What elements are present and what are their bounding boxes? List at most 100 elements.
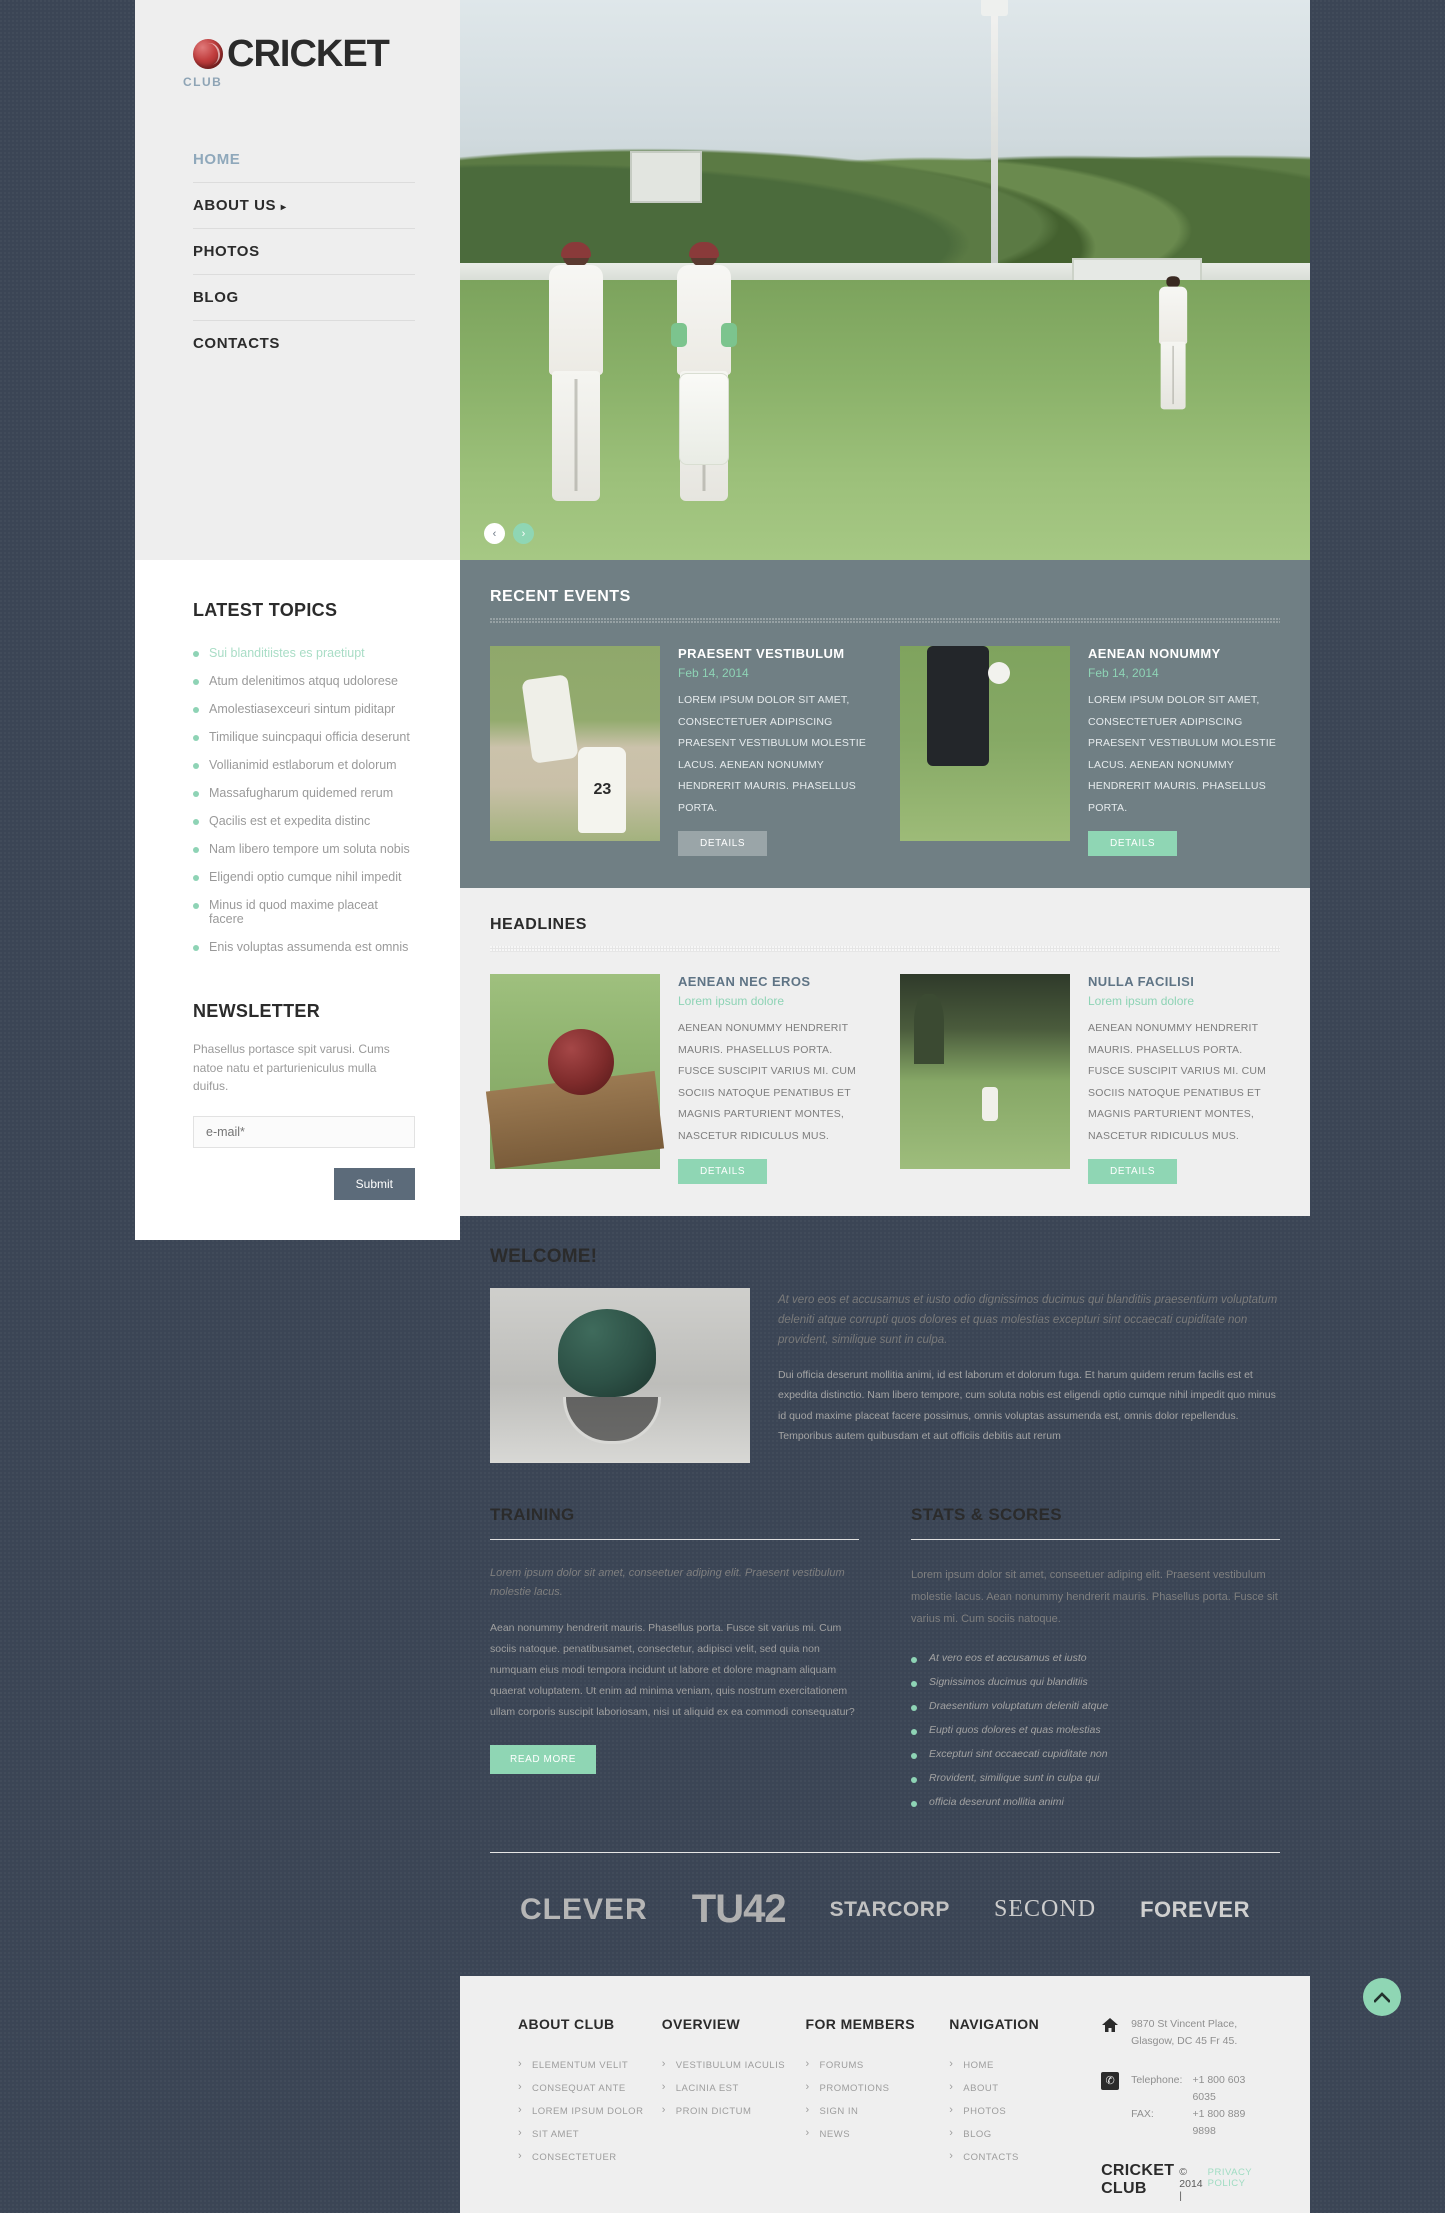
- cricket-ball-icon: [193, 39, 223, 69]
- site-logo[interactable]: CRICKET: [135, 0, 460, 73]
- footer-column-navigation: NAVIGATION HOME ABOUT PHOTOS BLOG CONTAC…: [949, 2016, 1101, 2213]
- welcome-lead: At vero eos et accusamus et iusto odio d…: [778, 1294, 1278, 1347]
- nav-item-photos[interactable]: PHOTOS: [193, 229, 415, 275]
- footer-link[interactable]: ELEMENTUM VELIT: [518, 2054, 662, 2077]
- slider-controls: ‹ ›: [484, 523, 534, 544]
- list-item[interactable]: Enis voluptas assumenda est omnis: [193, 933, 415, 961]
- training-lead: Lorem ipsum dolor sit amet, conseetuer a…: [490, 1567, 845, 1598]
- privacy-policy-link[interactable]: PRIVACY POLICY: [1208, 2167, 1252, 2189]
- read-more-button[interactable]: READ MORE: [490, 1744, 596, 1774]
- player-figure: [545, 241, 607, 510]
- submit-button[interactable]: Submit: [333, 1167, 415, 1200]
- nav-label: CONTACTS: [193, 335, 281, 352]
- partner-logo-forever[interactable]: FOREVER: [1140, 1897, 1250, 1923]
- page-root: CRICKET CLUB HOME ABOUT US ▸ PHOTOS BLOG…: [0, 0, 1445, 2213]
- stats-list: At vero eos et accusamus et iusto Signis…: [911, 1646, 1280, 1814]
- footer-link[interactable]: BLOG: [949, 2123, 1101, 2146]
- list-item[interactable]: Sui blanditiistes es praetiupt: [193, 639, 415, 667]
- footer-column-for-members: FOR MEMBERS FORUMS PROMOTIONS SIGN IN NE…: [806, 2016, 950, 2213]
- hero-slider[interactable]: ‹ ›: [460, 0, 1310, 560]
- partner-logo-clever[interactable]: CLEVER: [520, 1893, 648, 1927]
- list-item[interactable]: Atum delenitimos atquq udolorese: [193, 667, 415, 695]
- footer-title: ABOUT CLUB: [518, 2016, 615, 2033]
- phone-icon: ✆: [1101, 2071, 1120, 2090]
- nav-item-blog[interactable]: BLOG: [193, 275, 415, 321]
- stats-lead: Lorem ipsum dolor sit amet, conseetuer a…: [911, 1569, 1278, 1626]
- fax-label: FAX:: [1131, 2108, 1154, 2121]
- sight-screen: [630, 151, 702, 204]
- event-card: AENEAN NONUMMY Feb 14, 2014 LOREM IPSUM …: [900, 646, 1280, 857]
- player-figure: [1157, 276, 1189, 415]
- sidebar-header: CRICKET CLUB HOME ABOUT US ▸ PHOTOS BLOG…: [135, 0, 460, 560]
- scroll-to-top-button[interactable]: [1363, 1978, 1401, 2016]
- nav-item-about-us[interactable]: ABOUT US ▸: [193, 183, 415, 229]
- footer-link[interactable]: FORUMS: [806, 2054, 950, 2077]
- headlines-section: HEADLINES AENEAN NEC EROS Lorem ipsum do…: [460, 888, 1310, 1217]
- main-content: RECENT EVENTS PRAESENT VESTIBULUM Feb 14…: [460, 560, 1310, 2213]
- footer-link[interactable]: NEWS: [806, 2123, 950, 2146]
- slider-next-button[interactable]: ›: [513, 523, 534, 544]
- details-button[interactable]: DETAILS: [1088, 1159, 1178, 1185]
- list-item[interactable]: Amolestiasexceuri sintum piditapr: [193, 695, 415, 723]
- section-title: HEADLINES: [490, 916, 587, 934]
- details-button[interactable]: DETAILS: [1088, 831, 1178, 857]
- footer-link[interactable]: PHOTOS: [949, 2100, 1101, 2123]
- chevron-right-icon: ▸: [280, 202, 287, 213]
- welcome-section: WELCOME! At vero eos et accusamus et ius…: [460, 1216, 1310, 1464]
- recent-events-section: RECENT EVENTS PRAESENT VESTIBULUM Feb 14…: [460, 560, 1310, 889]
- footer-link[interactable]: ABOUT: [949, 2077, 1101, 2100]
- stats-title: STATS & SCORES: [911, 1505, 1062, 1525]
- list-item: Signissimos ducimus qui blanditiis: [911, 1670, 1280, 1694]
- list-item: At vero eos et accusamus et iusto: [911, 1646, 1280, 1670]
- footer-link[interactable]: PROMOTIONS: [806, 2077, 950, 2100]
- event-image: [490, 646, 660, 841]
- training-title: TRAINING: [490, 1505, 575, 1525]
- list-item[interactable]: Minus id quod maxime placeat facere: [193, 891, 415, 933]
- footer-link[interactable]: LACINIA EST: [662, 2077, 806, 2100]
- nav-item-contacts[interactable]: CONTACTS: [193, 321, 415, 366]
- footer-title: NAVIGATION: [949, 2016, 1040, 2033]
- list-item: Draesentium voluptatum deleniti atque: [911, 1694, 1280, 1718]
- nav-label: HOME: [193, 151, 241, 168]
- chevron-up-icon: [1374, 1991, 1390, 2003]
- list-item[interactable]: Vollianimid estlaborum et dolorum: [193, 751, 415, 779]
- divider: [911, 1539, 1280, 1541]
- training-stats-section: TRAINING Lorem ipsum dolor sit amet, con…: [460, 1463, 1310, 1814]
- event-image: [900, 646, 1070, 841]
- newsletter-description: Phasellus portasce spit varusi. Cums nat…: [193, 1042, 390, 1094]
- details-button[interactable]: DETAILS: [678, 1159, 768, 1185]
- footer-link[interactable]: SIGN IN: [806, 2100, 950, 2123]
- footer-link[interactable]: CONSEQUAT ANTE: [518, 2077, 662, 2100]
- footer-link[interactable]: CONSECTETUER: [518, 2146, 662, 2169]
- footer-link[interactable]: CONTACTS: [949, 2146, 1101, 2169]
- address-block: 9870 St Vincent Place, Glasgow, DC 45 Fr…: [1101, 2016, 1252, 2050]
- phone-block: ✆ Telephone: +1 800 603 6035 FAX: +1 800…: [1101, 2071, 1252, 2140]
- event-date: Feb 14, 2014: [678, 666, 749, 680]
- address-line-1: 9870 St Vincent Place,: [1131, 2018, 1238, 2031]
- partner-logo-tu42[interactable]: TU42: [692, 1887, 787, 1932]
- list-item[interactable]: Eligendi optio cumque nihil impedit: [193, 863, 415, 891]
- footer-link[interactable]: PROIN DICTUM: [662, 2100, 806, 2123]
- partner-logo-second[interactable]: SECOND: [994, 1896, 1096, 1923]
- email-field[interactable]: [193, 1115, 415, 1148]
- slider-prev-button[interactable]: ‹: [484, 523, 505, 544]
- partner-logo-starcorp[interactable]: STARCORP: [830, 1898, 950, 1922]
- headline-subtitle: Lorem ipsum dolore: [1088, 994, 1195, 1009]
- list-item[interactable]: Massafugharum quidemed rerum: [193, 779, 415, 807]
- list-item[interactable]: Timilique suincpaqui officia deserunt: [193, 723, 415, 751]
- footer-link[interactable]: LOREM IPSUM DOLOR: [518, 2100, 662, 2123]
- list-item: Eupti quos dolores et quas molestias: [911, 1718, 1280, 1742]
- welcome-body: Dui officia deserunt mollitia animi, id …: [778, 1368, 1276, 1442]
- footer-link[interactable]: VESTIBULUM IACULIS: [662, 2054, 806, 2077]
- nav-item-home[interactable]: HOME: [193, 137, 415, 183]
- list-item[interactable]: Nam libero tempore um soluta nobis: [193, 835, 415, 863]
- telephone-value: +1 800 603 6035: [1192, 2073, 1246, 2103]
- details-button[interactable]: DETAILS: [678, 831, 768, 857]
- list-item[interactable]: Qacilis est et expedita distinc: [193, 807, 415, 835]
- welcome-title: WELCOME!: [490, 1246, 598, 1268]
- footer-column-about-club: ABOUT CLUB ELEMENTUM VELIT CONSEQUAT ANT…: [518, 2016, 662, 2213]
- footer-link[interactable]: HOME: [949, 2054, 1101, 2077]
- fax-value: +1 800 889 9898: [1192, 2108, 1246, 2138]
- section-title: RECENT EVENTS: [490, 588, 631, 605]
- footer-link[interactable]: SIT AMET: [518, 2123, 662, 2146]
